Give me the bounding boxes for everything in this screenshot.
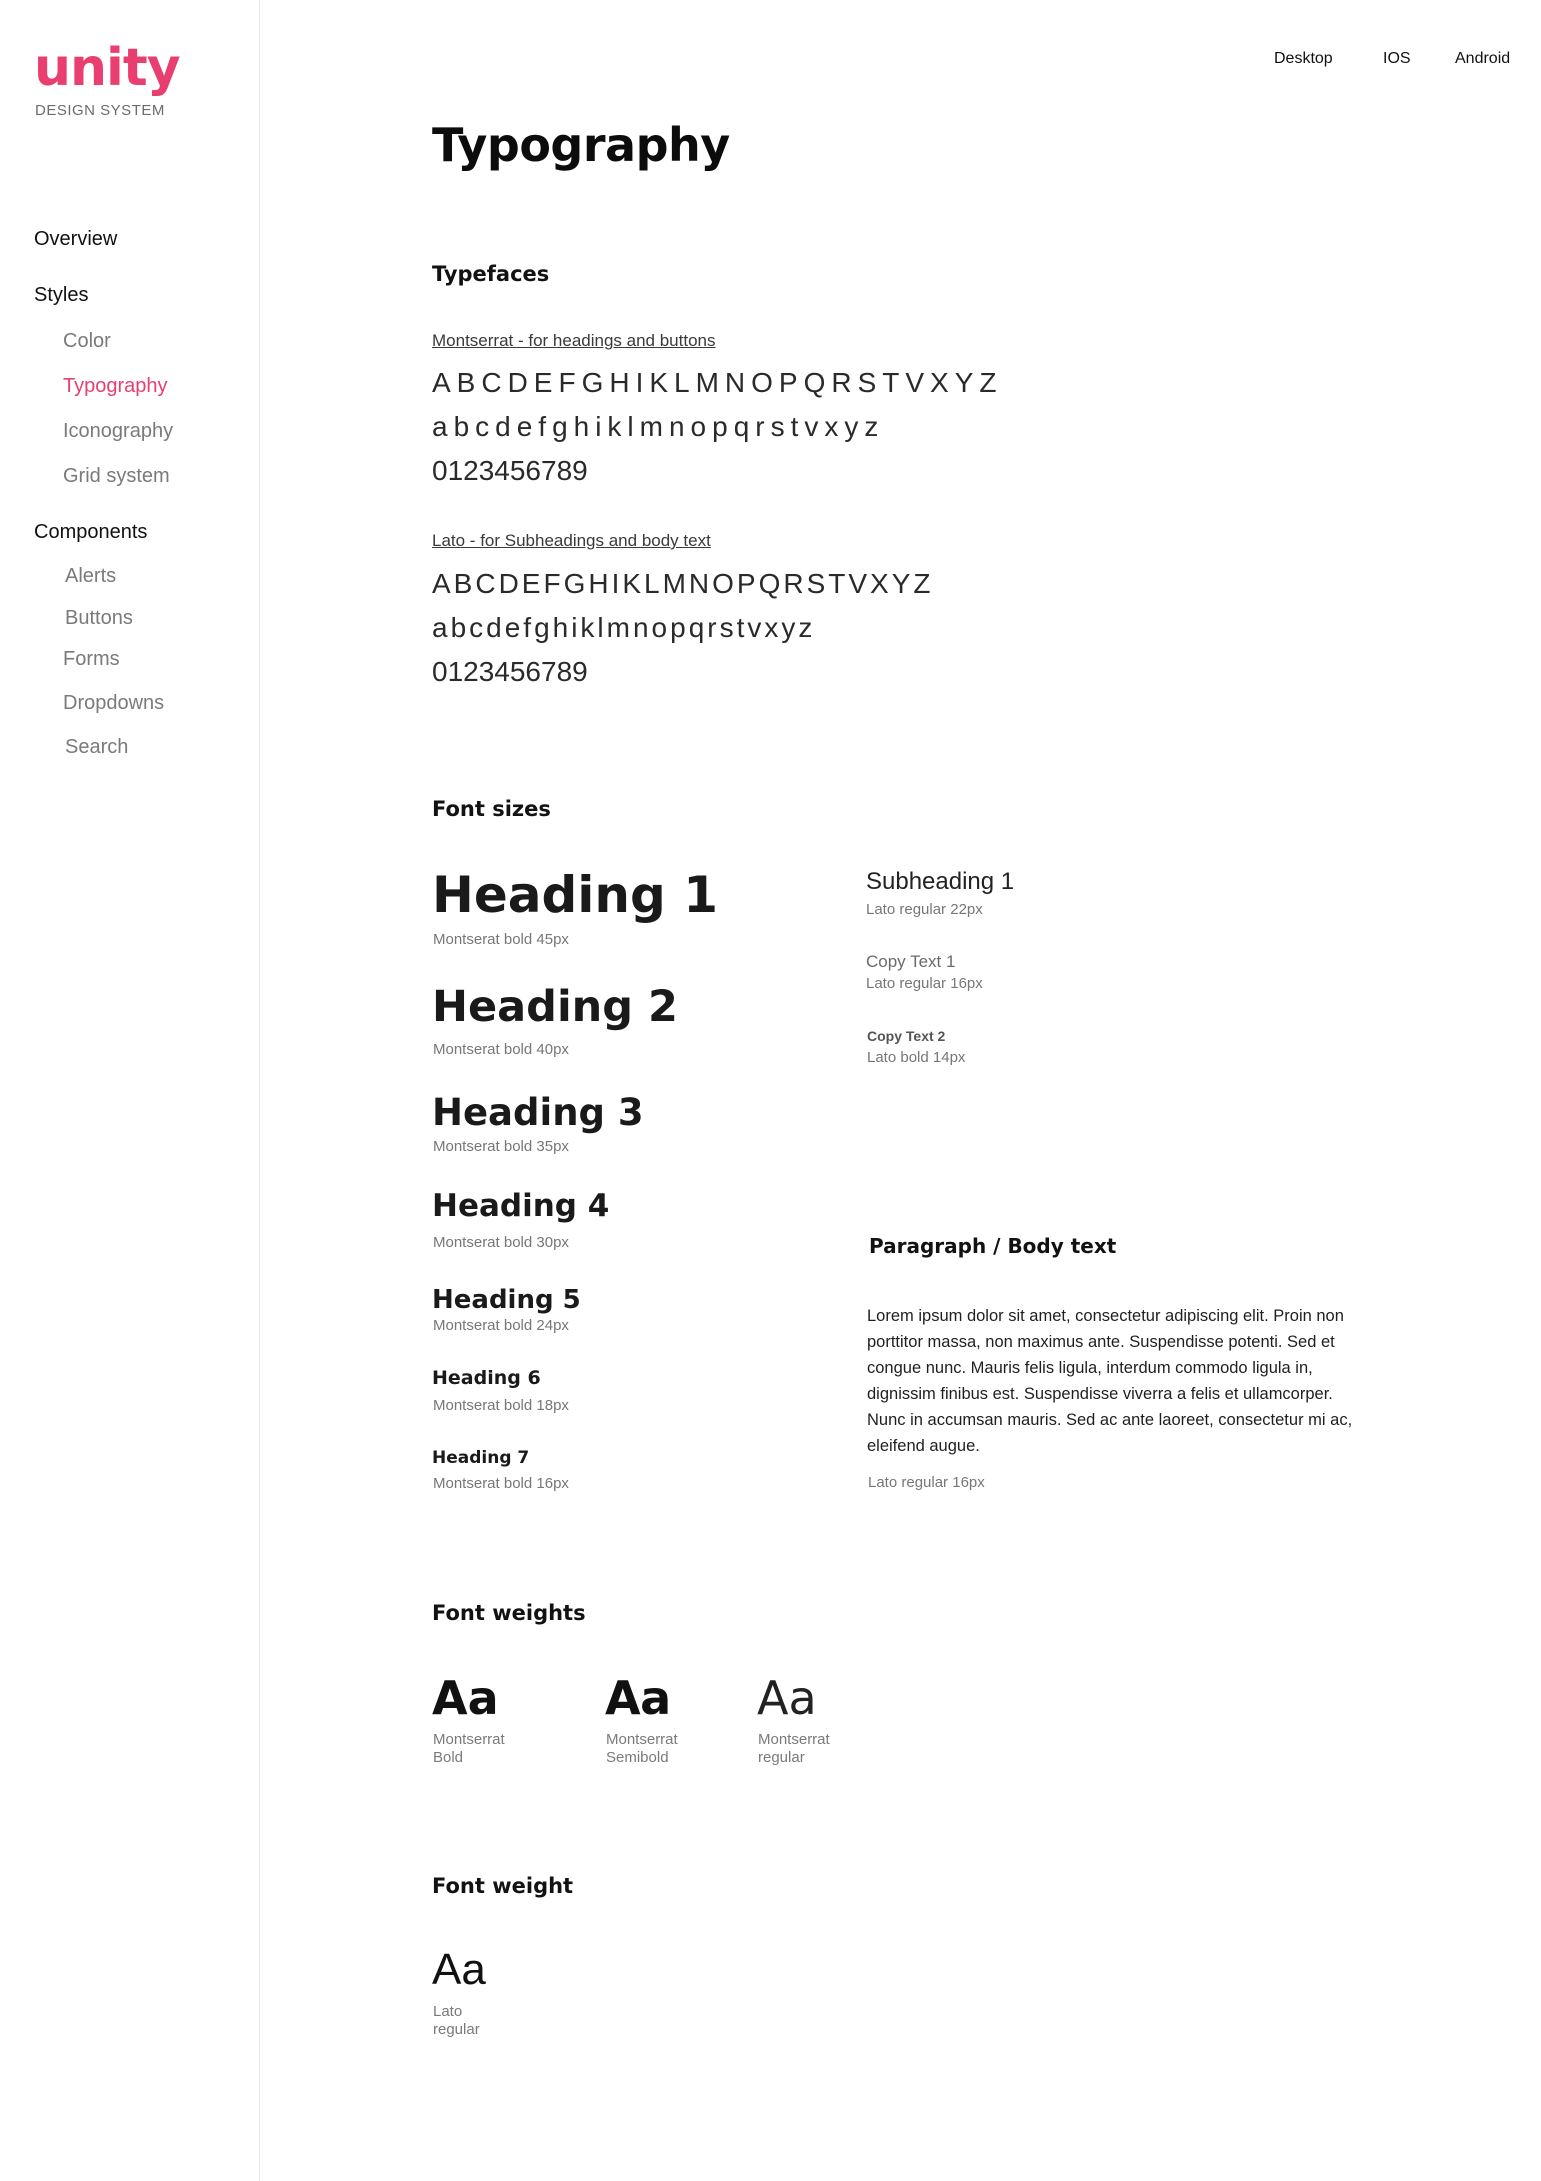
heading-3-sample: Heading 3	[432, 1091, 644, 1134]
weight-bold-caption: Montserrat Bold	[433, 1731, 505, 1767]
lato-regular-sample: Aa	[432, 1945, 486, 1994]
lato-regular-caption-line2: regular	[433, 2021, 480, 2038]
heading-5-caption: Montserat bold 24px	[433, 1317, 569, 1334]
lato-uppercase: ABCDEFGHIKLMNOPQRSTVXYZ	[432, 568, 934, 599]
tab-android[interactable]: Android	[1455, 50, 1510, 68]
copy-text-2-sample: Copy Text 2	[867, 1028, 946, 1044]
montserrat-lowercase: abcdefghiklmnopqrstvxyz	[432, 411, 885, 442]
heading-1-sample: Heading 1	[432, 866, 719, 924]
heading-6-sample: Heading 6	[432, 1367, 541, 1389]
weight-semibold-caption-line2: Semibold	[606, 1749, 669, 1766]
montserrat-label: Montserrat - for headings and buttons	[432, 331, 716, 350]
nav-styles[interactable]: Styles	[34, 284, 88, 307]
heading-3-caption: Montserat bold 35px	[433, 1138, 569, 1155]
paragraph-sample: Lorem ipsum dolor sit amet, consectetur …	[867, 1307, 1353, 1455]
logo-subtitle: DESIGN SYSTEM	[35, 102, 165, 119]
subheading-1-caption: Lato regular 22px	[866, 901, 983, 918]
weight-bold-sample: Aa	[432, 1671, 499, 1725]
weight-regular-sample: Aa	[757, 1671, 817, 1725]
nav-item-dropdowns[interactable]: Dropdowns	[63, 692, 164, 715]
unity-logo[interactable]: unity	[34, 42, 181, 94]
page-title: Typography	[432, 118, 730, 172]
nav-item-search[interactable]: Search	[65, 736, 128, 759]
heading-7-sample: Heading 7	[432, 1448, 530, 1468]
heading-4-sample: Heading 4	[432, 1188, 610, 1224]
heading-6-caption: Montserat bold 18px	[433, 1397, 569, 1414]
lato-regular-caption: Lato regular	[433, 2003, 480, 2039]
copy-text-2-caption: Lato bold 14px	[867, 1049, 966, 1066]
nav-components[interactable]: Components	[34, 521, 147, 544]
sidebar: unity DESIGN SYSTEM Overview Styles Colo…	[0, 0, 260, 2181]
heading-1-caption: Montserat bold 45px	[433, 931, 569, 948]
nav-item-forms[interactable]: Forms	[63, 648, 120, 671]
nav-item-buttons[interactable]: Buttons	[65, 607, 133, 630]
nav-item-iconography[interactable]: Iconography	[63, 420, 173, 443]
heading-7-caption: Montserat bold 16px	[433, 1475, 569, 1492]
nav-item-color[interactable]: Color	[63, 330, 111, 353]
subheading-1-sample: Subheading 1	[866, 868, 1015, 895]
heading-2-sample: Heading 2	[432, 982, 678, 1032]
font-sizes-title: Font sizes	[432, 797, 551, 821]
paragraph-caption: Lato regular 16px	[868, 1474, 985, 1491]
heading-4-caption: Montserat bold 30px	[433, 1234, 569, 1251]
nav-item-typography[interactable]: Typography	[63, 375, 168, 398]
copy-text-1-caption: Lato regular 16px	[866, 975, 983, 992]
weight-regular-caption-line2: regular	[758, 1749, 805, 1766]
paragraph-title: Paragraph / Body text	[869, 1234, 1117, 1258]
font-weight-lato-title: Font weight	[432, 1874, 574, 1898]
copy-text-1-sample: Copy Text 1	[866, 952, 956, 971]
tab-desktop[interactable]: Desktop	[1274, 50, 1333, 68]
lato-regular-caption-line1: Lato	[433, 2003, 463, 2020]
lato-label: Lato - for Subheadings and body text	[432, 531, 711, 550]
weight-bold-caption-line1: Montserrat	[433, 1731, 505, 1748]
weight-regular-caption: Montserrat regular	[758, 1731, 830, 1767]
nav-item-grid-system[interactable]: Grid system	[63, 465, 170, 488]
heading-5-sample: Heading 5	[432, 1285, 581, 1315]
lato-lowercase: abcdefghiklmnopqrstvxyz	[432, 612, 816, 643]
weight-regular-caption-line1: Montserrat	[758, 1731, 830, 1748]
lato-digits: 0123456789	[432, 656, 588, 687]
weight-bold-caption-line2: Bold	[433, 1749, 464, 1766]
montserrat-digits: 0123456789	[432, 455, 588, 486]
weight-semibold-sample: Aa	[605, 1671, 671, 1725]
weight-semibold-caption: Montserrat Semibold	[606, 1731, 678, 1767]
font-weights-title: Font weights	[432, 1601, 586, 1625]
weight-semibold-caption-line1: Montserrat	[606, 1731, 678, 1748]
typefaces-title: Typefaces	[432, 262, 550, 286]
heading-2-caption: Montserat bold 40px	[433, 1041, 569, 1058]
tab-ios[interactable]: IOS	[1383, 50, 1411, 68]
nav-overview[interactable]: Overview	[34, 228, 117, 251]
montserrat-uppercase: ABCDEFGHIKLMNOPQRSTVXYZ	[432, 367, 1003, 398]
nav-item-alerts[interactable]: Alerts	[65, 565, 116, 588]
